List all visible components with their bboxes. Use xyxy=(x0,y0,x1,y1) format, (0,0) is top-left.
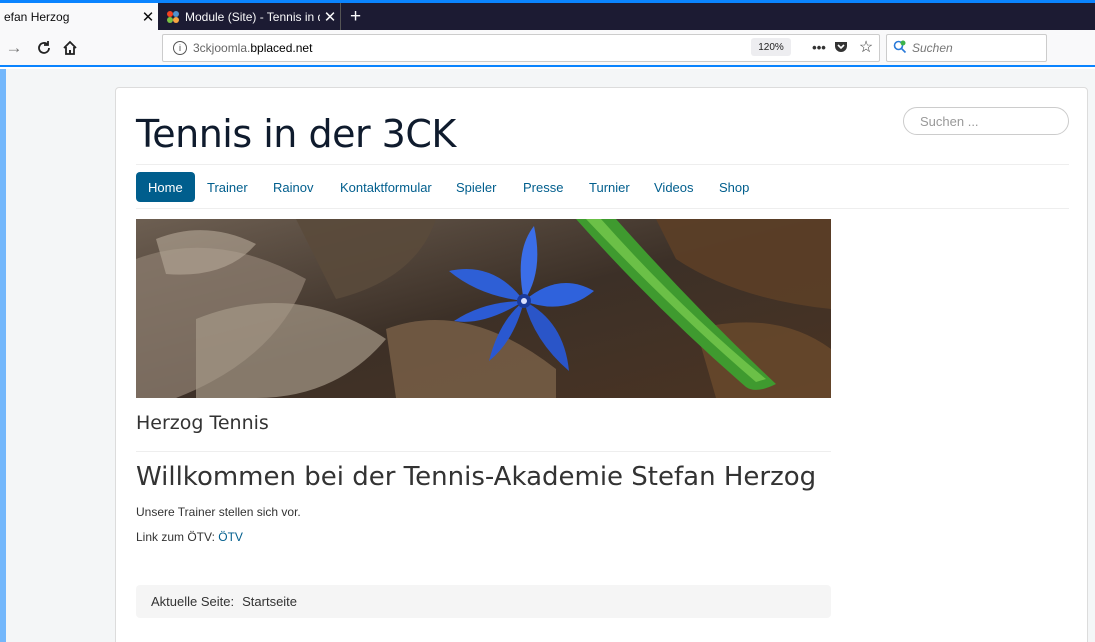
viewport-edge xyxy=(0,69,6,642)
breadcrumb: Aktuelle Seite: Startseite xyxy=(136,585,831,618)
close-tab-icon[interactable]: ✕ xyxy=(320,8,340,26)
menu-item-presse[interactable]: Presse xyxy=(523,172,563,202)
menu-item-kontaktformular[interactable]: Kontaktformular xyxy=(340,172,432,202)
main-menu: Home Trainer Rainov Kontaktformular Spie… xyxy=(136,164,1069,209)
link-prefix: Link zum ÖTV: xyxy=(136,530,215,544)
browser-search-input[interactable]: Suchen xyxy=(886,34,1047,62)
menu-item-turnier[interactable]: Turnier xyxy=(589,172,630,202)
oetv-link[interactable]: ÖTV xyxy=(218,530,243,544)
menu-item-trainer[interactable]: Trainer xyxy=(207,172,248,202)
browser-tab-bar: efan Herzog ✕ Module (Site) - Tennis in … xyxy=(0,0,1095,30)
tab-title: Module (Site) - Tennis in der 3C xyxy=(185,9,320,24)
page-actions-icon[interactable]: ••• xyxy=(810,38,828,56)
search-icon xyxy=(893,40,907,57)
banner-image xyxy=(136,219,831,398)
tab-title: efan Herzog xyxy=(4,9,70,24)
tab-inactive[interactable]: Module (Site) - Tennis in der 3C ✕ xyxy=(160,3,340,30)
site-title[interactable]: Tennis in der 3CK xyxy=(136,112,456,156)
bookmark-star-icon[interactable]: ☆ xyxy=(857,38,875,56)
site-container: Tennis in der 3CK Suchen ... Home Traine… xyxy=(115,87,1088,642)
module-title: Herzog Tennis xyxy=(136,412,269,434)
breadcrumb-label: Aktuelle Seite: xyxy=(151,594,235,609)
site-search-input[interactable]: Suchen ... xyxy=(903,107,1069,135)
menu-item-spieler[interactable]: Spieler xyxy=(456,172,496,202)
close-tab-icon[interactable]: ✕ xyxy=(138,8,158,26)
article-paragraph: Unsere Trainer stellen sich vor. xyxy=(136,505,301,519)
article-link-paragraph: Link zum ÖTV: ÖTV xyxy=(136,530,243,544)
article-title: Willkommen bei der Tennis-Akademie Stefa… xyxy=(136,462,817,492)
menu-item-videos[interactable]: Videos xyxy=(654,172,694,202)
url-host: 3ckjoomla. xyxy=(193,41,251,55)
forward-icon[interactable]: → xyxy=(4,38,24,58)
menu-item-rainov[interactable]: Rainov xyxy=(273,172,313,202)
breadcrumb-current: Startseite xyxy=(242,594,298,609)
zoom-level-button[interactable]: 120% xyxy=(751,38,791,56)
page-viewport: Tennis in der 3CK Suchen ... Home Traine… xyxy=(0,69,1095,642)
tab-active[interactable]: efan Herzog ✕ xyxy=(0,3,158,30)
reload-icon[interactable] xyxy=(34,38,54,58)
home-icon[interactable] xyxy=(60,38,80,58)
pocket-icon[interactable] xyxy=(832,38,850,56)
info-icon[interactable]: i xyxy=(173,41,187,55)
menu-item-home[interactable]: Home xyxy=(136,172,195,202)
browser-search-placeholder: Suchen xyxy=(912,41,953,55)
menu-item-shop[interactable]: Shop xyxy=(719,172,749,202)
joomla-favicon-icon xyxy=(166,10,180,24)
content-divider xyxy=(136,451,831,452)
new-tab-button[interactable]: + xyxy=(340,3,370,30)
url-domain: bplaced.net xyxy=(250,41,313,55)
